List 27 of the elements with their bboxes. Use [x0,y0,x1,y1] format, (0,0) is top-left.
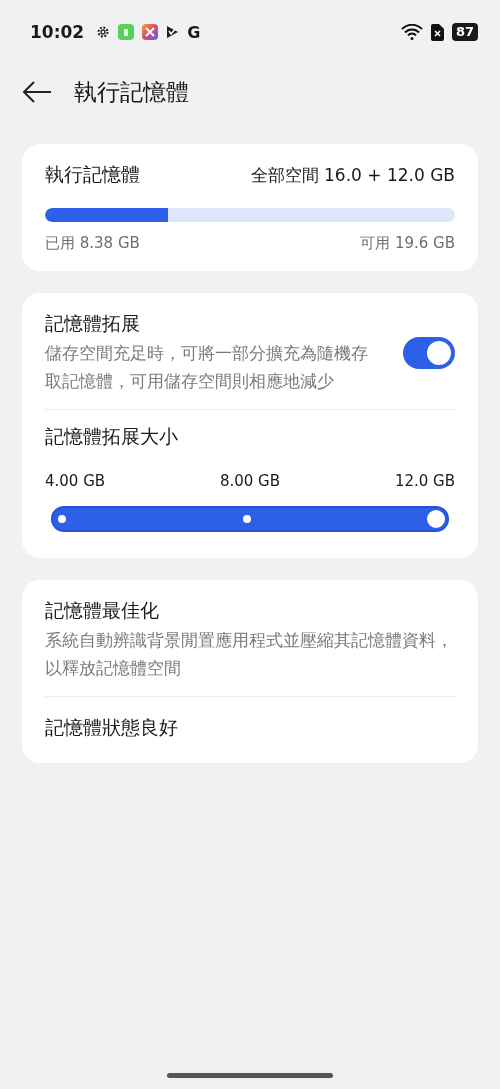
gear-icon [96,25,111,39]
wifi-icon [400,24,423,40]
slider-stop[interactable] [58,515,66,523]
setting-title: 記憶體拓展 [45,311,141,336]
toggle-switch[interactable] [403,337,455,369]
available-space: 可用 19.6 GB [360,234,455,253]
google-icon: G [187,22,201,42]
page-title: 執行記憶體 [74,77,189,107]
back-icon[interactable] [22,81,52,103]
size-option: 4.00 GB [45,472,106,490]
flag-icon [166,25,180,39]
total-space: 全部空間 16.0 + 12.0 GB [250,163,455,187]
memory-status: 記憶體狀態良好 [45,715,179,740]
size-option: 12.0 GB [394,472,455,490]
size-option: 8.00 GB [219,472,281,490]
sim-icon [430,23,444,41]
status-time: 10:02 [30,22,85,42]
app-icon [118,24,135,40]
app-icon [142,24,159,40]
card-title: 執行記憶體 [45,162,140,187]
slider-stop[interactable] [242,515,251,523]
setting-title: 記憶體最佳化 [45,598,160,623]
setting-title: 記憶體拓展大小 [45,424,179,449]
setting-description: 儲存空間充足時，可將一部分擴充為隨機存取記憶體，可用儲存空間則相應地減少 [45,342,369,393]
setting-description: 系統自動辨識背景閒置應用程式並壓縮其記憶體資料，以釋放記憶體空間 [45,629,454,680]
battery-level: 87 [451,23,478,41]
used-space: 已用 8.38 GB [45,234,140,253]
